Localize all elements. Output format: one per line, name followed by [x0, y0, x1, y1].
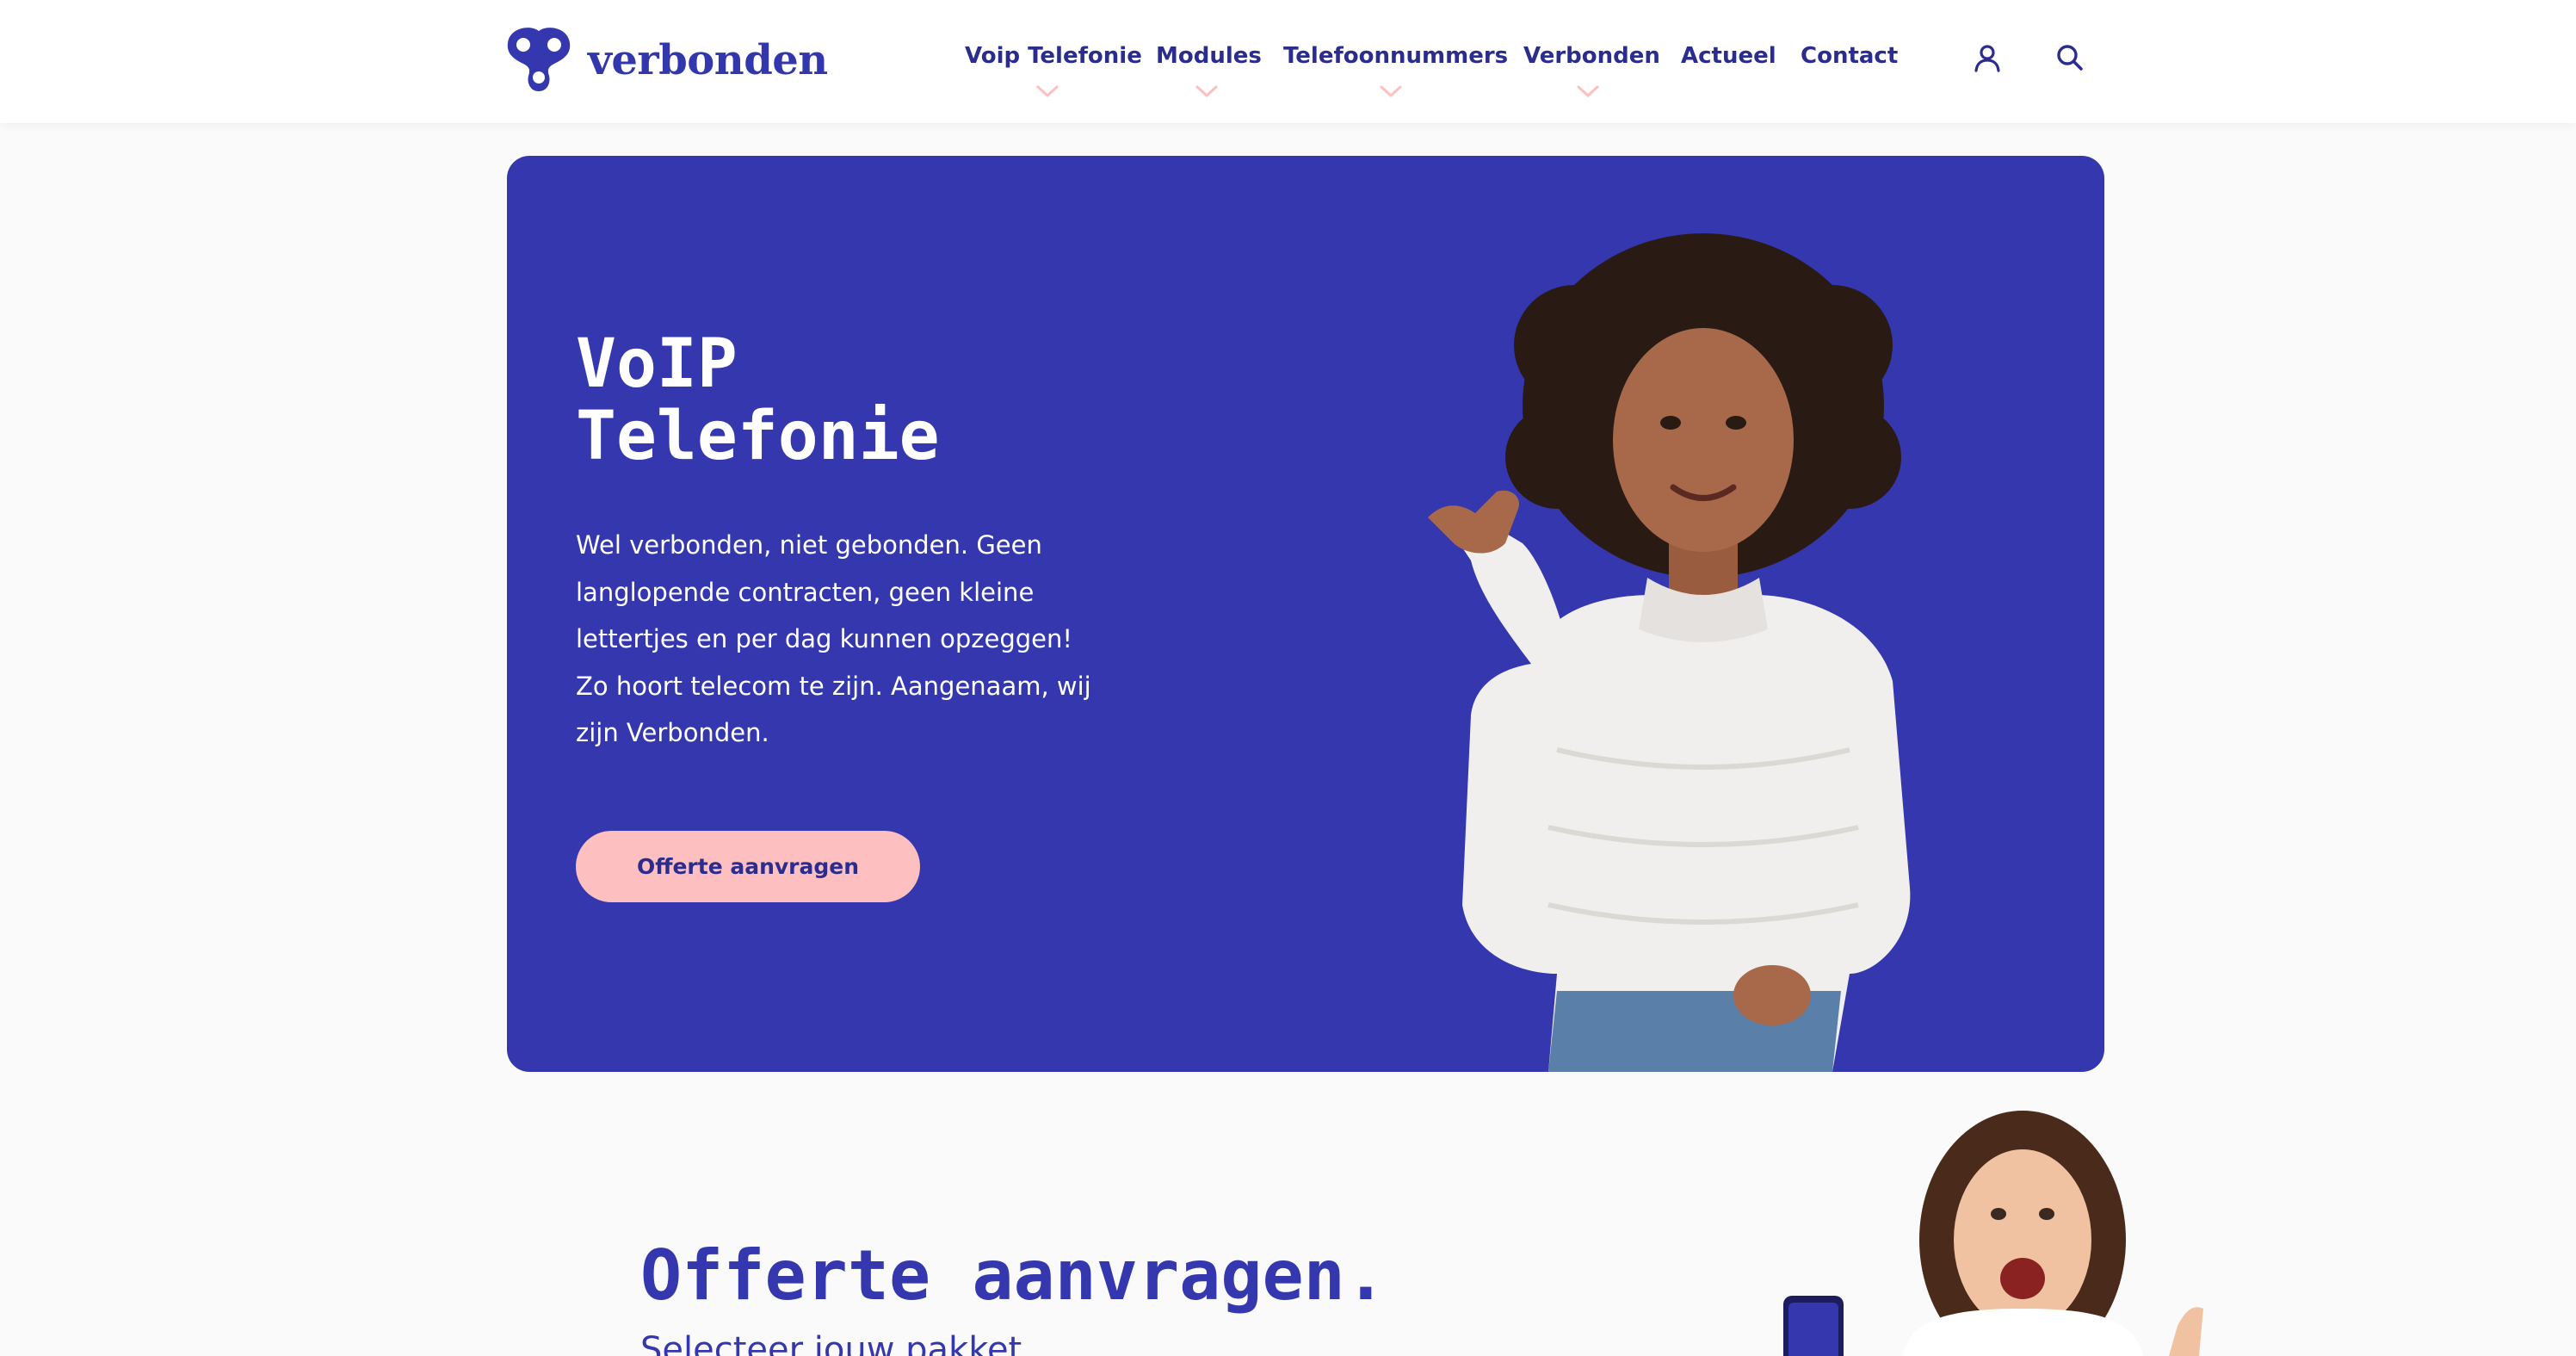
offerte-section-subtitle: Selecteer jouw pakket — [640, 1330, 1022, 1356]
hero-description: Wel verbonden, niet gebonden. Geen langl… — [576, 530, 1091, 747]
site-header: verbonden Voip Telefonie Modules Telefoo… — [0, 0, 2576, 123]
nav-item-actueel[interactable]: Actueel — [1681, 43, 1776, 69]
chevron-down-icon[interactable] — [1577, 84, 1599, 98]
search-icon[interactable] — [2055, 43, 2085, 72]
chevron-down-icon[interactable] — [1195, 84, 1218, 98]
hero-title-line1: VoIP — [576, 325, 738, 403]
verbonden-logo-icon — [507, 28, 571, 91]
user-icon[interactable] — [1973, 43, 2002, 72]
chevron-down-icon[interactable] — [1036, 84, 1059, 98]
nav-item-modules[interactable]: Modules — [1156, 43, 1262, 69]
nav-item-telefoonnummers[interactable]: Telefoonnummers — [1283, 43, 1508, 69]
nav-item-verbonden[interactable]: Verbonden — [1523, 43, 1660, 69]
hero-banner: VoIP Telefonie Wel verbonden, niet gebon… — [507, 156, 2104, 1072]
offerte-section-title: Offerte aanvragen. — [640, 1235, 1387, 1316]
hero-title-line2: Telefonie — [576, 398, 940, 475]
nav-item-voip-telefonie[interactable]: Voip Telefonie — [965, 43, 1142, 69]
brand-name: verbonden — [588, 36, 828, 84]
offerte-person-image — [1764, 1102, 2212, 1356]
offerte-aanvragen-button[interactable]: Offerte aanvragen — [576, 831, 920, 902]
chevron-down-icon[interactable] — [1380, 84, 1402, 98]
hero-person-image — [1428, 233, 1979, 1072]
nav-item-contact[interactable]: Contact — [1801, 43, 1898, 69]
brand-logo[interactable]: verbonden — [504, 26, 828, 95]
hero-title: VoIP Telefonie — [576, 328, 1092, 473]
